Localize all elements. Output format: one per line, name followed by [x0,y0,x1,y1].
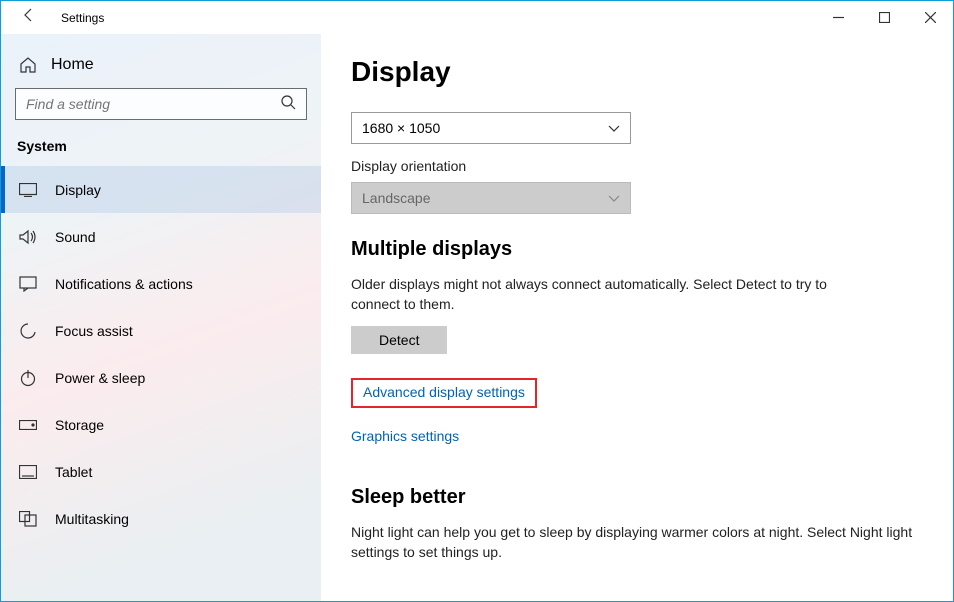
advanced-display-highlight: Advanced display settings [351,378,537,408]
maximize-button[interactable] [861,1,907,34]
graphics-settings-link[interactable]: Graphics settings [351,428,459,444]
multiple-displays-body: Older displays might not always connect … [351,275,871,314]
sidebar-item-storage[interactable]: Storage [1,401,321,448]
sidebar-item-label: Storage [55,417,104,433]
resolution-select[interactable]: 1680 × 1050 [351,112,631,144]
orientation-select: Landscape [351,182,631,214]
sound-icon [19,228,37,246]
multiple-displays-heading: Multiple displays [351,238,923,261]
search-input[interactable] [26,96,280,112]
tablet-icon [19,463,37,481]
sidebar-item-label: Focus assist [55,323,133,339]
sleep-better-heading: Sleep better [351,486,923,509]
focus-assist-icon [19,322,37,340]
sidebar-item-focus-assist[interactable]: Focus assist [1,307,321,354]
sidebar-item-label: Notifications & actions [55,276,193,292]
home-icon [19,56,37,74]
sidebar-item-power-sleep[interactable]: Power & sleep [1,354,321,401]
search-icon [280,94,296,115]
multitasking-icon [19,510,37,528]
resolution-value: 1680 × 1050 [362,120,440,136]
sidebar-item-label: Display [55,182,101,198]
orientation-label: Display orientation [351,158,923,174]
close-button[interactable] [907,1,953,34]
detect-button[interactable]: Detect [351,326,447,354]
sidebar-group-system: System [1,138,321,154]
home-nav[interactable]: Home [1,46,321,88]
sleep-better-body: Night light can help you get to sleep by… [351,523,923,562]
sidebar-item-notifications[interactable]: Notifications & actions [1,260,321,307]
orientation-value: Landscape [362,190,431,206]
notifications-icon [19,275,37,293]
sidebar-item-label: Power & sleep [55,370,145,386]
sidebar-item-label: Tablet [55,464,92,480]
display-icon [19,181,37,199]
sidebar-item-sound[interactable]: Sound [1,213,321,260]
back-button[interactable] [11,7,47,28]
sidebar-item-label: Multitasking [55,511,129,527]
sidebar-item-tablet[interactable]: Tablet [1,448,321,495]
storage-icon [19,416,37,434]
search-box[interactable] [15,88,307,120]
advanced-display-link[interactable]: Advanced display settings [363,384,525,400]
sidebar-item-display[interactable]: Display [1,166,321,213]
chevron-down-icon [608,190,620,206]
window-title: Settings [61,11,104,25]
home-label: Home [51,56,94,74]
page-title: Display [351,56,923,88]
sidebar-item-label: Sound [55,229,95,245]
power-icon [19,369,37,387]
sidebar-item-multitasking[interactable]: Multitasking [1,495,321,542]
minimize-button[interactable] [815,1,861,34]
chevron-down-icon [608,120,620,136]
